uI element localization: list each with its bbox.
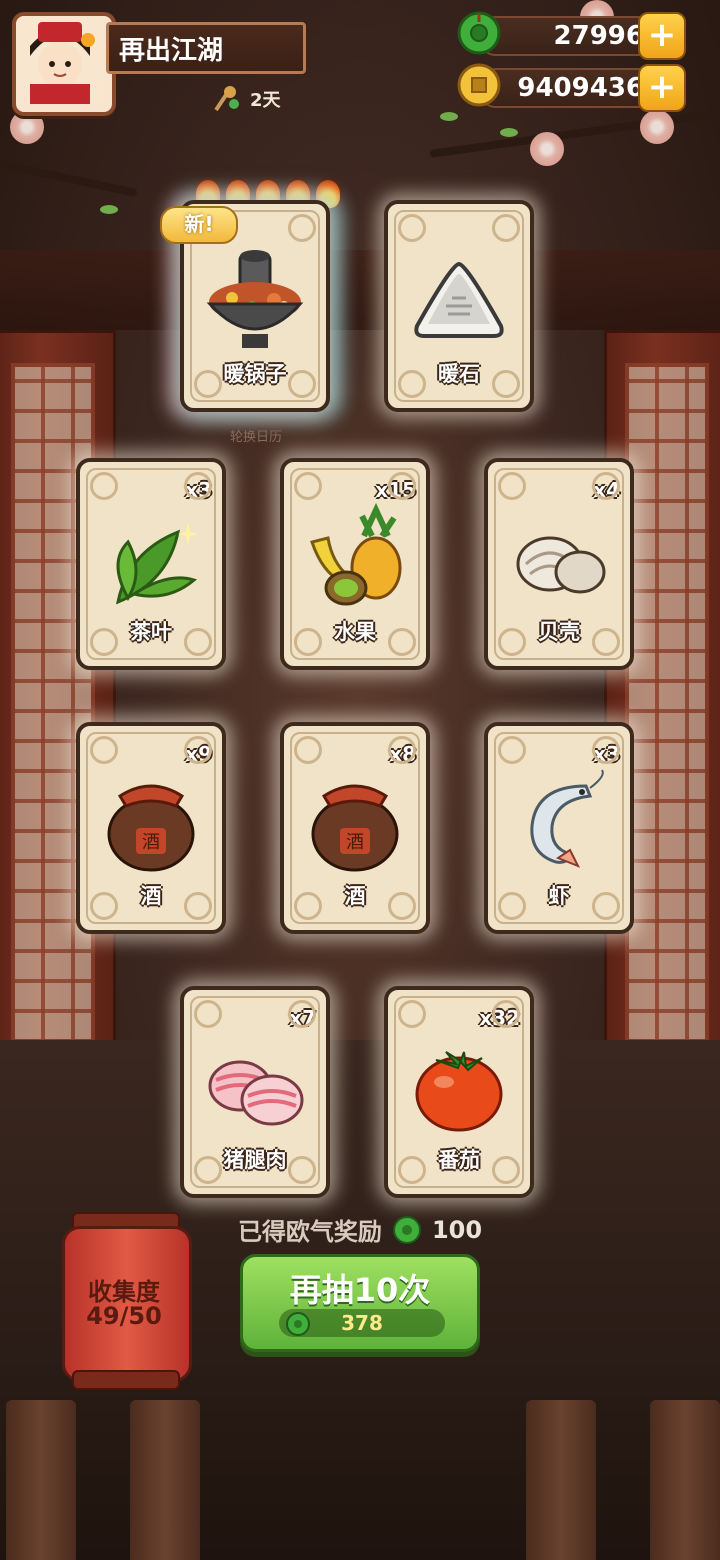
- card-corner-ornament: [90, 736, 118, 764]
- pork-icon: [208, 1060, 304, 1126]
- background-wall-right: [604, 330, 720, 1076]
- fence-post: [650, 1400, 720, 1560]
- blossom-branch: [429, 109, 718, 158]
- add-jade-button[interactable]: +: [638, 12, 686, 60]
- card-corner-ornament: [184, 736, 212, 764]
- fence-post: [526, 1400, 596, 1560]
- svg-text:酒: 酒: [346, 832, 364, 853]
- card-corner-ornament: [288, 370, 316, 398]
- draw-again-button[interactable]: 再抽10次 378: [240, 1254, 480, 1352]
- blossom-flower: [640, 110, 674, 144]
- fence-post: [130, 1400, 200, 1560]
- card-corner-ornament: [90, 472, 118, 500]
- card-corner-ornament: [90, 628, 118, 656]
- card-corner-ornament: [90, 892, 118, 920]
- card-corner-ornament: [398, 214, 426, 242]
- draw-cost-value: 378: [341, 1311, 383, 1335]
- player-avatar[interactable]: [12, 12, 116, 116]
- svg-text:酒: 酒: [142, 832, 160, 853]
- card-corner-ornament: [294, 472, 322, 500]
- card-corner-ornament: [398, 370, 426, 398]
- gold-coin-icon: [457, 63, 501, 107]
- add-coins-button[interactable]: +: [638, 64, 686, 112]
- card-corner-ornament: [492, 1000, 520, 1028]
- jade-currency: 27996 +: [457, 11, 686, 60]
- card-corner-ornament: [492, 1156, 520, 1184]
- jade-coin-icon: [286, 1312, 310, 1336]
- card-corner-ornament: [592, 736, 620, 764]
- shrimp-icon: [530, 769, 604, 868]
- card-corner-ornament: [398, 1156, 426, 1184]
- leaf: [100, 205, 118, 214]
- card-corner-ornament: [592, 628, 620, 656]
- card-corner-ornament: [498, 892, 526, 920]
- card-corner-ornament: [194, 1156, 222, 1184]
- collection-progress: 49/50: [86, 1302, 162, 1330]
- card-shell[interactable]: x4 贝壳: [484, 458, 634, 670]
- blossom-branch: [0, 160, 138, 198]
- rotate-calendar-label: 轮换日历: [230, 430, 283, 445]
- days-value: 2天: [250, 90, 281, 111]
- card-corner-ornament: [492, 370, 520, 398]
- fruit-icon: [310, 502, 402, 606]
- wine-jar-icon: 酒: [311, 784, 399, 872]
- collection-lantern[interactable]: 收集度 49/50: [62, 1212, 192, 1396]
- card-corner-ornament: [194, 1000, 222, 1028]
- card-corner-ornament: [194, 370, 222, 398]
- hotpot-icon: [206, 250, 304, 348]
- character-portrait-icon: [16, 16, 104, 104]
- jade-coin-icon: [457, 11, 501, 55]
- card-corner-ornament: [184, 628, 212, 656]
- card-tomato[interactable]: x32 番茄: [384, 986, 534, 1198]
- sapling-icon: [214, 86, 239, 112]
- card-corner-ornament: [388, 892, 416, 920]
- draw-again-label: 再抽10次: [289, 1271, 431, 1309]
- shell-icon: [516, 536, 606, 594]
- card-corner-ornament: [184, 472, 212, 500]
- blossom-flower: [530, 132, 564, 166]
- background-beam: [0, 250, 720, 330]
- background-wall-left: [0, 330, 116, 1076]
- card-corner-ornament: [294, 628, 322, 656]
- days-counter: 2天: [210, 86, 281, 112]
- card-corner-ornament: [498, 472, 526, 500]
- card-corner-ornament: [288, 1156, 316, 1184]
- card-corner-ornament: [398, 1000, 426, 1028]
- card-corner-ornament: [592, 472, 620, 500]
- card-corner-ornament: [592, 892, 620, 920]
- card-corner-ornament: [388, 628, 416, 656]
- wine-jar-icon: 酒: [107, 784, 195, 872]
- player-name: 再出江湖: [106, 22, 306, 74]
- card-corner-ornament: [492, 214, 520, 242]
- card-warm-stone[interactable]: 暖石: [384, 200, 534, 412]
- card-corner-ornament: [388, 736, 416, 764]
- card-tea[interactable]: x3 茶叶: [76, 458, 226, 670]
- fence-post: [6, 1400, 76, 1560]
- card-pork-leg[interactable]: x7 猪腿肉: [180, 986, 330, 1198]
- coin-currency: 9409436 +: [457, 63, 686, 112]
- tomato-icon: [415, 1051, 503, 1132]
- luck-reward-value: 100: [431, 1215, 483, 1244]
- card-corner-ornament: [294, 892, 322, 920]
- leaf: [500, 128, 518, 137]
- card-corner-ornament: [184, 892, 212, 920]
- new-badge: 新!: [160, 206, 238, 244]
- card-corner-ornament: [498, 736, 526, 764]
- warm-stone-icon: [414, 261, 504, 338]
- card-corner-ornament: [294, 736, 322, 764]
- tea-leaf-icon: [115, 522, 198, 605]
- card-corner-ornament: [498, 628, 526, 656]
- jade-coin-icon: [392, 1215, 421, 1244]
- card-shrimp[interactable]: x3 虾: [484, 722, 634, 934]
- card-fruit[interactable]: x15 水果: [280, 458, 430, 670]
- card-corner-ornament: [288, 214, 316, 242]
- card-wine-1[interactable]: x9 酒 酒: [76, 722, 226, 934]
- leaf: [440, 112, 458, 121]
- card-corner-ornament: [288, 1000, 316, 1028]
- luck-reward-text: 已得欧气奖励: [237, 1218, 382, 1246]
- card-corner-ornament: [388, 472, 416, 500]
- card-wine-2[interactable]: x8 酒 酒: [280, 722, 430, 934]
